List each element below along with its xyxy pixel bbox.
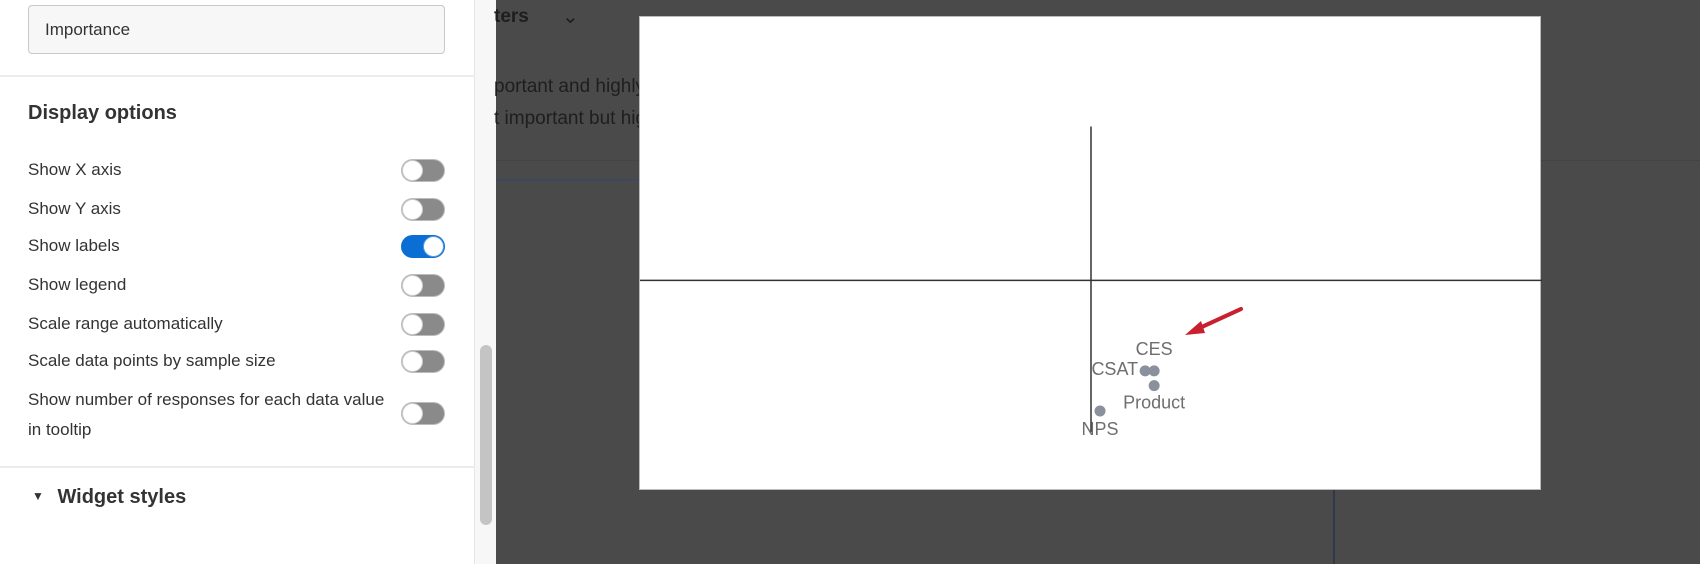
data-label: Product bbox=[1123, 393, 1185, 413]
toggle-knob bbox=[402, 275, 423, 296]
toggle-label: Show Y axis bbox=[28, 199, 121, 218]
toggle-label: Show legend bbox=[28, 275, 127, 294]
importance-field[interactable]: Importance bbox=[28, 5, 445, 54]
toggle-label: Show labels bbox=[28, 236, 120, 255]
toggle-row: Scale range automatically bbox=[28, 309, 448, 339]
toggle-row: Show number of responses for each data v… bbox=[28, 385, 448, 445]
toggle-row: Scale data points by sample size bbox=[28, 346, 448, 376]
widget-styles-label: Widget styles bbox=[57, 486, 187, 508]
toggle-row: Show labels bbox=[28, 231, 448, 261]
toggle-knob bbox=[423, 236, 444, 257]
toggle-row: Show X axis bbox=[28, 155, 448, 185]
data-point bbox=[1148, 380, 1160, 392]
toggle-switch[interactable] bbox=[401, 350, 445, 373]
toggle-knob bbox=[402, 160, 423, 181]
background-text-2: t important but hig bbox=[494, 108, 647, 129]
divider bbox=[0, 75, 475, 77]
filters-label: ters bbox=[494, 6, 529, 27]
toggle-label: Show X axis bbox=[28, 160, 122, 179]
toggle-switch[interactable] bbox=[401, 313, 445, 336]
toggle-switch[interactable] bbox=[401, 402, 445, 425]
chevron-down-icon: ⌄ bbox=[562, 6, 579, 28]
annotation-arrow-head bbox=[1185, 321, 1205, 335]
background-text-1: portant and highly bbox=[494, 76, 646, 97]
display-options-heading: Display options bbox=[28, 102, 177, 124]
toggle-knob bbox=[402, 314, 423, 335]
background-divider-vertical bbox=[1333, 490, 1335, 564]
caret-down-icon: ▼ bbox=[32, 489, 44, 503]
toggle-switch[interactable] bbox=[401, 159, 445, 182]
toggle-knob bbox=[402, 403, 423, 424]
toggle-switch[interactable] bbox=[401, 235, 445, 258]
data-label: CSAT bbox=[1091, 359, 1138, 379]
data-label: NPS bbox=[1082, 419, 1119, 439]
toggle-row: Show legend bbox=[28, 270, 448, 300]
scatter-chart: CES CSAT Product NPS bbox=[639, 16, 1542, 490]
toggle-knob bbox=[402, 199, 423, 220]
settings-panel: Importance Display options Show X axis Sh… bbox=[0, 0, 475, 564]
data-point bbox=[1139, 365, 1151, 377]
data-point bbox=[1094, 405, 1106, 417]
toggle-label: Show number of responses for each data v… bbox=[28, 390, 385, 439]
chart-svg: CESCSAT ProductNPS bbox=[640, 126, 1542, 439]
toggle-row: Show Y axis bbox=[28, 194, 448, 224]
background-tab-underline bbox=[496, 179, 646, 181]
toggle-label: Scale data points by sample size bbox=[28, 351, 276, 370]
toggle-switch[interactable] bbox=[401, 198, 445, 221]
scrollbar-thumb[interactable] bbox=[480, 345, 492, 525]
widget-styles-section[interactable]: ▼ Widget styles bbox=[32, 486, 186, 509]
divider bbox=[0, 466, 475, 468]
toggle-switch[interactable] bbox=[401, 274, 445, 297]
toggle-label: Scale range automatically bbox=[28, 314, 223, 333]
toggle-knob bbox=[402, 351, 423, 372]
data-label: CES bbox=[1136, 339, 1173, 359]
